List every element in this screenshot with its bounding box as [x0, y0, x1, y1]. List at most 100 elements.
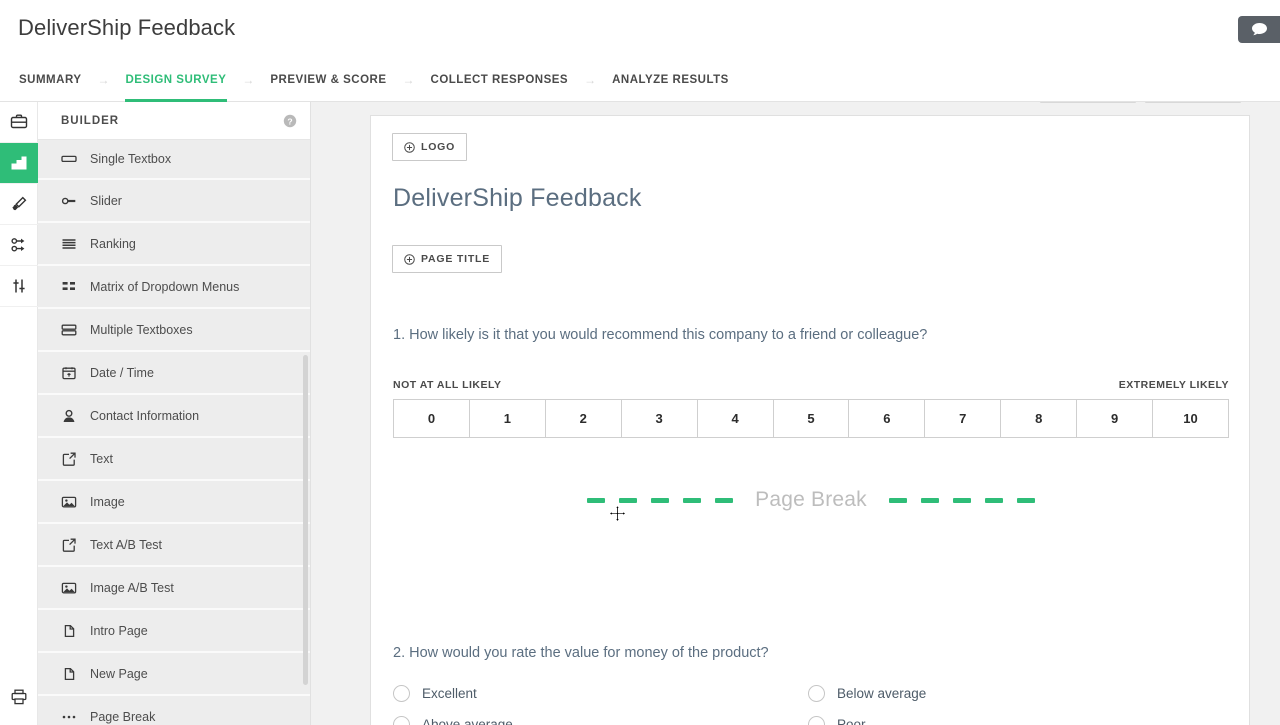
builder-item-multiple-textboxes[interactable]: Multiple Textboxes: [38, 309, 310, 350]
builder-item-label: Slider: [90, 194, 122, 208]
question-2-block[interactable]: 2. How would you rate the value for mone…: [371, 643, 1251, 725]
help-circle-glyph: ?: [283, 114, 297, 128]
add-page-title-button[interactable]: PAGE TITLE: [392, 245, 502, 273]
page-break-divider[interactable]: Page Break: [371, 485, 1251, 515]
move-cursor-icon: [609, 505, 626, 522]
radio-icon[interactable]: [393, 685, 410, 702]
nps-cell-0[interactable]: 0: [394, 400, 470, 437]
page-break-dash: [715, 498, 733, 503]
tab-preview-and-score[interactable]: PREVIEW & SCORE: [269, 58, 387, 102]
rail-item-options[interactable]: [0, 266, 38, 307]
page-break-dash: [985, 498, 1003, 503]
tab-collect-responses[interactable]: COLLECT RESPONSES: [430, 58, 570, 102]
survey-page-card: LOGO DeliverShip Feedback PAGE TITLE 1. …: [370, 115, 1250, 725]
tab-summary[interactable]: SUMMARY: [18, 58, 83, 102]
nps-right-label: EXTREMELY LIKELY: [1119, 379, 1229, 391]
choice-poor[interactable]: Poor: [808, 716, 866, 725]
choice-label: Excellent: [422, 686, 477, 701]
nps-cell-1[interactable]: 1: [470, 400, 546, 437]
builder-item-label: Single Textbox: [90, 152, 171, 166]
svg-text:?: ?: [287, 116, 292, 126]
builder-item-image[interactable]: Image: [38, 481, 310, 522]
builder-item-text[interactable]: Text: [38, 438, 310, 479]
builder-item-label: Matrix of Dropdown Menus: [90, 280, 239, 294]
builder-item-ranking[interactable]: Ranking: [38, 223, 310, 264]
printer-icon: [10, 688, 28, 706]
page-break-dash: [619, 498, 637, 503]
contact-person-icon: [60, 407, 77, 424]
choice-below-average[interactable]: Below average: [808, 685, 926, 702]
tab-analyze-results[interactable]: ANALYZE RESULTS: [611, 58, 730, 102]
page-break-dash: [921, 498, 939, 503]
builder-item-new-page[interactable]: New Page: [38, 653, 310, 694]
builder-item-slider[interactable]: Slider: [38, 180, 310, 221]
builder-item-matrix-of-dropdown-menus[interactable]: Matrix of Dropdown Menus: [38, 266, 310, 307]
nps-endpoint-labels: NOT AT ALL LIKELY EXTREMELY LIKELY: [393, 379, 1229, 391]
builder-item-page-break[interactable]: Page Break: [38, 696, 310, 725]
builder-item-label: Intro Page: [90, 624, 148, 638]
survey-form-title[interactable]: DeliverShip Feedback: [393, 184, 642, 213]
add-logo-button[interactable]: LOGO: [392, 133, 467, 161]
builder-item-contact-information[interactable]: Contact Information: [38, 395, 310, 436]
plus-circle-icon: [404, 142, 415, 153]
ghost-button[interactable]: [1040, 102, 1136, 103]
add-logo-label: LOGO: [421, 141, 455, 153]
rail-item-builder[interactable]: [0, 143, 38, 184]
canvas-toolbar-ghost-buttons: [1040, 102, 1241, 103]
rail-item-theme[interactable]: [0, 184, 38, 225]
nps-cell-2[interactable]: 2: [546, 400, 622, 437]
nps-cell-8[interactable]: 8: [1001, 400, 1077, 437]
builder-item-label: Image: [90, 495, 125, 509]
builder-scrollbar-thumb[interactable]: [303, 355, 308, 685]
page-icon: [60, 622, 77, 639]
builder-item-label: Date / Time: [90, 366, 154, 380]
rail-item-toolbox[interactable]: [0, 102, 38, 143]
builder-item-intro-page[interactable]: Intro Page: [38, 610, 310, 651]
page-break-dashes-right: [889, 498, 1035, 503]
radio-icon[interactable]: [808, 685, 825, 702]
top-bar: DeliverShip Feedback: [0, 0, 1280, 58]
survey-canvas: LOGO DeliverShip Feedback PAGE TITLE 1. …: [311, 102, 1280, 725]
rail-item-logic[interactable]: [0, 225, 38, 266]
rail-item-print[interactable]: [0, 677, 38, 717]
left-icon-rail: [0, 102, 38, 725]
page-break-dash: [683, 498, 701, 503]
builder-item-image-ab-test[interactable]: Image A/B Test: [38, 567, 310, 608]
multiple-textboxes-icon: [60, 321, 77, 338]
choice-excellent[interactable]: Excellent: [393, 685, 477, 702]
tab-arrow-icon: →: [403, 58, 415, 102]
question-1-block[interactable]: 1. How likely is it that you would recom…: [371, 325, 1251, 438]
nps-scale-row: 0 1 2 3 4 5 6 7 8 9 10: [393, 399, 1229, 438]
nps-cell-5[interactable]: 5: [774, 400, 850, 437]
choice-label: Poor: [837, 717, 866, 725]
radio-icon[interactable]: [808, 716, 825, 725]
ghost-button[interactable]: [1145, 102, 1241, 103]
nps-cell-6[interactable]: 6: [849, 400, 925, 437]
tab-arrow-icon: →: [584, 58, 596, 102]
page-icon: [60, 665, 77, 682]
radio-icon[interactable]: [393, 716, 410, 725]
page-break-dash: [587, 498, 605, 503]
nps-cell-10[interactable]: 10: [1153, 400, 1228, 437]
builder-panel-header: BUILDER ?: [38, 102, 310, 140]
choice-above-average[interactable]: Above average: [393, 716, 513, 725]
plus-circle-icon: [404, 254, 415, 265]
tab-arrow-icon: →: [98, 58, 110, 102]
chat-bubble-icon[interactable]: [1238, 16, 1280, 43]
builder-item-date-time[interactable]: Date / Time: [38, 352, 310, 393]
page-break-dash: [889, 498, 907, 503]
calendar-icon: [60, 364, 77, 381]
builder-item-text-ab-test[interactable]: Text A/B Test: [38, 524, 310, 565]
help-circle-icon[interactable]: ?: [283, 114, 297, 128]
nps-cell-7[interactable]: 7: [925, 400, 1001, 437]
workflow-tabs: SUMMARY → DESIGN SURVEY → PREVIEW & SCOR…: [18, 58, 730, 102]
page-break-dashes-left: [587, 498, 733, 503]
builder-panel-title: BUILDER: [61, 115, 119, 127]
builder-item-single-textbox[interactable]: Single Textbox: [38, 140, 310, 178]
nps-cell-4[interactable]: 4: [698, 400, 774, 437]
tab-design-survey[interactable]: DESIGN SURVEY: [125, 58, 228, 102]
nps-cell-3[interactable]: 3: [622, 400, 698, 437]
nps-cell-9[interactable]: 9: [1077, 400, 1153, 437]
builder-item-label: Multiple Textboxes: [90, 323, 193, 337]
single-textbox-icon: [60, 151, 77, 168]
